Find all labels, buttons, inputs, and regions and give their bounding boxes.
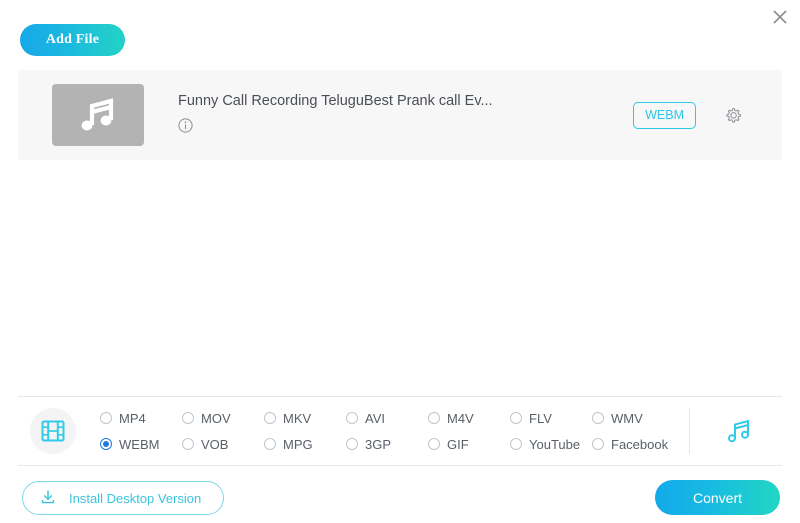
format-option-label: AVI xyxy=(365,410,385,426)
format-option-label: MP4 xyxy=(119,410,146,426)
format-option-label: WMV xyxy=(611,410,643,426)
footer-bar: Install Desktop Version Convert xyxy=(0,470,800,523)
file-list: Funny Call Recording TeluguBest Prank ca… xyxy=(18,70,782,160)
add-file-button[interactable]: Add File xyxy=(20,24,125,56)
radio-mark xyxy=(182,412,194,424)
format-option-m4v[interactable]: M4V xyxy=(428,405,510,431)
format-option-avi[interactable]: AVI xyxy=(346,405,428,431)
format-option-mp4[interactable]: MP4 xyxy=(100,405,182,431)
format-option-label: FLV xyxy=(529,410,552,426)
format-option-label: VOB xyxy=(201,436,229,452)
radio-mark xyxy=(100,412,112,424)
music-note-icon xyxy=(81,98,114,131)
panel-divider xyxy=(689,408,690,454)
format-option-label: M4V xyxy=(447,410,474,426)
file-thumbnail xyxy=(52,84,144,146)
file-settings-button[interactable] xyxy=(722,104,744,126)
radio-mark xyxy=(428,438,440,450)
download-icon xyxy=(39,488,57,509)
radio-mark xyxy=(510,412,522,424)
format-option-3gp[interactable]: 3GP xyxy=(346,431,428,457)
format-option-label: 3GP xyxy=(365,436,392,452)
format-option-flv[interactable]: FLV xyxy=(510,405,592,431)
format-option-youtube[interactable]: YouTube xyxy=(510,431,592,457)
format-option-label: MPG xyxy=(283,436,313,452)
file-list-item[interactable]: Funny Call Recording TeluguBest Prank ca… xyxy=(18,70,782,160)
format-option-label: GIF xyxy=(447,436,469,452)
format-option-label: MKV xyxy=(283,410,312,426)
format-option-label: YouTube xyxy=(529,436,581,452)
install-button-label: Install Desktop Version xyxy=(69,490,202,506)
radio-mark xyxy=(346,412,358,424)
audio-category-button[interactable] xyxy=(716,408,762,454)
radio-mark xyxy=(428,412,440,424)
file-title: Funny Call Recording TeluguBest Prank ca… xyxy=(178,92,493,109)
format-option-mkv[interactable]: MKV xyxy=(264,405,346,431)
format-radio-grid: MP4 MOV MKV AVI M4V FLV WMV WEBM VOB MPG… xyxy=(100,405,689,457)
format-option-label: Facebook xyxy=(611,436,669,452)
format-selection-panel: MP4 MOV MKV AVI M4V FLV WMV WEBM VOB MPG… xyxy=(18,396,782,466)
radio-mark xyxy=(346,438,358,450)
radio-mark xyxy=(510,438,522,450)
format-option-webm[interactable]: WEBM xyxy=(100,431,182,457)
music-note-icon xyxy=(728,419,749,443)
file-meta: Funny Call Recording TeluguBest Prank ca… xyxy=(178,93,633,138)
radio-mark xyxy=(264,412,276,424)
close-icon xyxy=(773,10,787,24)
radio-mark xyxy=(592,438,604,450)
format-option-mov[interactable]: MOV xyxy=(182,405,264,431)
format-option-wmv[interactable]: WMV xyxy=(592,405,674,431)
format-option-vob[interactable]: VOB xyxy=(182,431,264,457)
video-category-button[interactable] xyxy=(30,408,76,454)
format-option-label: MOV xyxy=(201,410,231,426)
radio-mark xyxy=(100,438,112,450)
info-icon[interactable] xyxy=(178,117,193,133)
radio-mark xyxy=(592,412,604,424)
radio-mark xyxy=(264,438,276,450)
radio-mark xyxy=(182,438,194,450)
format-option-facebook[interactable]: Facebook xyxy=(592,431,674,457)
install-desktop-version-button[interactable]: Install Desktop Version xyxy=(22,481,225,515)
toolbar: Add File xyxy=(20,24,125,56)
close-window-button[interactable] xyxy=(765,2,795,32)
gear-icon xyxy=(725,107,741,123)
format-option-label: WEBM xyxy=(119,436,160,452)
file-format-badge[interactable]: WEBM xyxy=(633,101,696,129)
converter-window: Add File Funny Call Recording TeluguBest… xyxy=(0,0,800,523)
format-option-mpg[interactable]: MPG xyxy=(264,431,346,457)
format-option-gif[interactable]: GIF xyxy=(428,431,510,457)
convert-button[interactable]: Convert xyxy=(655,480,780,515)
film-strip-icon xyxy=(41,420,65,442)
